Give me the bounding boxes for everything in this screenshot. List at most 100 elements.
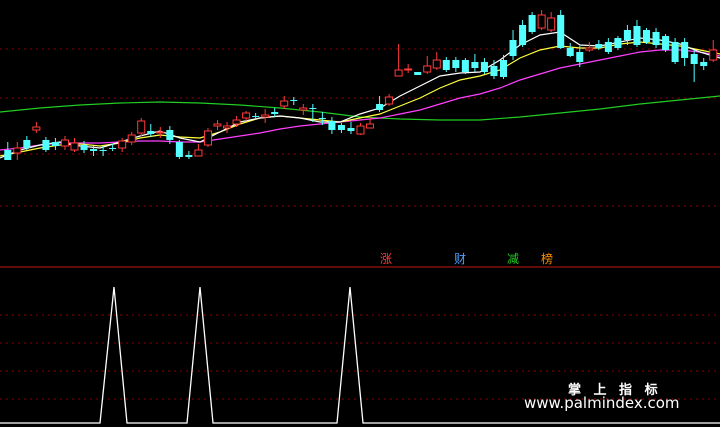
candle-body: [290, 100, 298, 101]
candle: [203, 128, 212, 147]
candle-body: [394, 69, 403, 77]
candle-body: [347, 128, 355, 131]
legend-item-bang: 榜: [541, 252, 554, 266]
candle-body: [271, 112, 279, 114]
watermark-url: www.palmindex.com: [524, 394, 680, 412]
candle-body: [137, 120, 146, 134]
ma-mid-path: [0, 41, 720, 157]
candle: [213, 120, 222, 130]
candle: [604, 38, 612, 54]
candle: [347, 122, 355, 134]
candle: [70, 138, 79, 152]
candle-body: [232, 119, 241, 125]
candle-body: [299, 107, 308, 111]
candle-body: [32, 126, 41, 131]
ma-short-path: [0, 31, 720, 159]
candle-body: [376, 104, 384, 110]
candle-body: [118, 140, 127, 149]
candle: [671, 38, 679, 64]
candle-body: [261, 114, 270, 118]
candle: [137, 118, 146, 136]
candle: [585, 42, 594, 52]
candle-body: [156, 131, 165, 134]
candle-body: [566, 48, 574, 56]
candle-body: [490, 66, 498, 76]
candle-body: [509, 40, 517, 56]
candle: [42, 137, 50, 152]
legend-item-jian: 减: [507, 252, 520, 266]
candle: [519, 20, 527, 47]
candle-body: [109, 148, 117, 149]
candle: [528, 12, 536, 34]
candle-body: [423, 65, 432, 73]
candle-body: [432, 59, 441, 69]
candle: [127, 132, 136, 145]
candle-body: [280, 100, 289, 107]
candle: [471, 54, 479, 72]
candle-body: [337, 125, 345, 130]
candle-body: [681, 42, 689, 58]
candle-body: [385, 96, 394, 105]
candle: [404, 64, 413, 73]
candle-body: [309, 108, 317, 109]
candle: [690, 50, 698, 82]
candle: [13, 142, 22, 160]
candle-body: [223, 125, 232, 129]
candle-body: [203, 130, 212, 146]
candle: [566, 43, 574, 57]
ma-slow-line: [0, 95, 720, 121]
candle: [271, 108, 279, 117]
ma-slow-path: [0, 95, 720, 121]
candle-body: [185, 155, 193, 157]
candle-body: [80, 145, 88, 150]
candle: [385, 94, 394, 106]
ma-short-line: [0, 31, 720, 159]
candle-body: [652, 32, 660, 45]
candle-body: [13, 147, 22, 154]
candle-body: [547, 17, 556, 31]
candle: [376, 96, 384, 112]
candle-body: [452, 60, 460, 68]
candle-body: [127, 134, 136, 143]
chart-stage: [0, 10, 720, 424]
candle-body: [614, 38, 622, 48]
candle-body: [99, 150, 107, 151]
candle-body: [42, 140, 50, 150]
candle: [557, 10, 565, 49]
candle-body: [671, 42, 679, 62]
candle: [175, 140, 183, 159]
candle-body: [328, 121, 336, 130]
candle: [223, 122, 232, 133]
candle-body: [366, 123, 375, 129]
candle: [356, 123, 365, 135]
candle: [547, 12, 556, 32]
candle-body: [166, 130, 174, 140]
candle-body: [480, 62, 488, 72]
candle: [681, 38, 689, 66]
candlestick-series: [4, 10, 718, 160]
candle: [242, 111, 251, 121]
candle-body: [633, 26, 641, 45]
candle: [60, 136, 69, 150]
candle-body: [90, 149, 98, 151]
candle-body: [4, 150, 12, 160]
candle-body: [242, 112, 251, 119]
candle-body: [585, 47, 594, 51]
legend-item-zhang: 涨: [380, 252, 393, 266]
candle: [261, 109, 270, 123]
candle-body: [252, 116, 260, 117]
candle: [280, 96, 289, 109]
candle: [23, 136, 31, 150]
candle: [414, 72, 422, 75]
legend-item-cai: 财: [454, 252, 467, 266]
candle-body: [414, 72, 422, 75]
candle-body: [662, 36, 670, 50]
candle-body: [642, 30, 651, 42]
candle-body: [604, 42, 612, 52]
candle: [490, 60, 498, 79]
candle: [442, 57, 450, 72]
candle-body: [194, 149, 203, 157]
candle: [337, 123, 345, 133]
candle: [709, 40, 718, 62]
candle: [662, 34, 670, 52]
